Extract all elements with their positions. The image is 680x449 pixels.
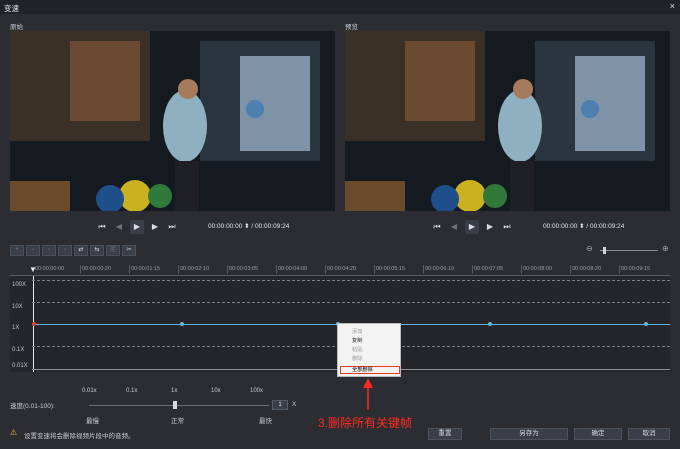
menu-item-copy[interactable]: 复制 <box>352 337 362 344</box>
y-label-100x: 100X <box>12 282 27 288</box>
original-playback-controls: ⏮ ◀ ▶ ▶ ⏭ 00:00:00:00 ⬍ / 00:00:09:24 <box>90 218 340 236</box>
zoom-slider-track[interactable] <box>600 250 658 251</box>
menu-item-add[interactable]: 添加 <box>352 328 362 335</box>
ok-button[interactable]: 确定 <box>574 428 622 440</box>
play-icon[interactable]: ▶ <box>465 220 479 234</box>
speed-scale-label: 10x <box>211 388 221 394</box>
add-keyframe-icon[interactable]: + <box>10 245 24 256</box>
speed-input[interactable]: 1 <box>272 400 288 410</box>
prev-keyframe-icon[interactable]: ‹ <box>42 245 56 256</box>
ruler-tick: 00:00:08:20 <box>572 266 602 272</box>
zoom-in-icon[interactable]: ⊕ <box>662 244 669 253</box>
next-keyframe-icon[interactable]: › <box>58 245 72 256</box>
original-label: 原始 <box>10 24 23 31</box>
speed-scale-label: 0.01x <box>82 388 97 394</box>
ruler-tick: 00:00:04:20 <box>327 266 357 272</box>
slowest-label: 最慢 <box>86 418 99 425</box>
annotation-arrow <box>363 378 373 410</box>
go-start-icon[interactable]: ⏮ <box>95 220 109 234</box>
y-label-1x: 1X <box>12 325 20 331</box>
speed-slider-track[interactable] <box>89 405 269 406</box>
original-video-frame <box>10 31 335 211</box>
speed-scale-label: 0.1x <box>126 388 138 394</box>
close-icon[interactable]: × <box>670 1 675 11</box>
next-frame-icon[interactable]: ▶ <box>148 220 162 234</box>
remove-keyframe-icon[interactable]: − <box>26 245 40 256</box>
reverse-icon[interactable]: ⇆ <box>90 245 104 256</box>
keyframe[interactable] <box>644 322 648 326</box>
speed-label: 速度(0.01-100): <box>10 403 55 410</box>
title-bar: 变速 × <box>0 0 680 14</box>
zoom-control: ⊖ ⊕ <box>586 244 670 258</box>
menu-item-delete-all[interactable]: 全部删除 <box>340 366 400 374</box>
zoom-out-icon[interactable]: ⊖ <box>586 244 593 253</box>
cancel-button[interactable]: 取消 <box>628 428 670 440</box>
ruler-tick: 00:00:06:10 <box>425 266 455 272</box>
y-label-10x: 10X <box>12 304 23 310</box>
keyframe[interactable] <box>488 322 492 326</box>
preview-video-frame <box>345 31 670 211</box>
keyframe-start[interactable] <box>32 322 36 326</box>
speed-slider-handle[interactable] <box>173 401 177 409</box>
preview-playback-controls: ⏮ ◀ ▶ ▶ ⏭ 00:00:00:00 ⬍ / 00:00:09:24 <box>425 218 675 236</box>
ruler-tick: 00:00:07:05 <box>474 266 504 272</box>
speed-scale-label: 100x <box>250 388 264 394</box>
y-label-0.1x: 0.1X <box>12 347 25 353</box>
normal-label: 正常 <box>171 418 184 425</box>
ruler-tick: 00:00:05:15 <box>376 266 406 272</box>
zoom-slider-handle[interactable] <box>603 247 606 254</box>
timeline-ruler[interactable]: ▼ 00:00:00:00 00:00:00:20 00:00:01:15 00… <box>10 265 670 276</box>
ruler-tick: 00:00:02:10 <box>180 266 210 272</box>
context-menu: 添加 复制 粘贴 删除 全部删除 <box>337 323 401 377</box>
window-title: 变速 <box>4 4 19 13</box>
speed-scale-label: 1x <box>171 388 178 394</box>
preview-label: 预览 <box>345 24 358 31</box>
warning-icon: ⚠ <box>10 428 18 437</box>
ruler-tick: 00:00:08:00 <box>523 266 553 272</box>
menu-item-delete[interactable]: 删除 <box>352 355 362 362</box>
save-as-button[interactable]: 另存为 <box>490 428 568 440</box>
ruler-tick: 00:00:04:00 <box>278 266 308 272</box>
prev-frame-icon[interactable]: ◀ <box>112 220 126 234</box>
go-end-icon[interactable]: ⏭ <box>165 220 179 234</box>
copy-icon[interactable]: ⎘ <box>106 245 120 256</box>
split-icon[interactable]: ✂ <box>122 245 136 256</box>
ruler-tick: 00:00:00:00 <box>35 266 65 272</box>
menu-item-paste[interactable]: 粘贴 <box>352 346 362 353</box>
speed-unit: X <box>292 401 297 408</box>
ruler-tick: 00:00:09:15 <box>621 266 651 272</box>
prev-frame-icon[interactable]: ◀ <box>447 220 461 234</box>
y-label-0.01x: 0.01X <box>12 363 28 369</box>
preview-timecode: 00:00:00:00 ⬍ / 00:00:09:24 <box>543 223 625 230</box>
ruler-tick: 00:00:00:20 <box>82 266 112 272</box>
reset-button[interactable]: 重置 <box>428 428 462 440</box>
original-timecode: 00:00:00:00 ⬍ / 00:00:09:24 <box>208 223 290 230</box>
warning-text: 设置变速将会删除视频片段中的音频。 <box>24 433 135 440</box>
ruler-tick: 00:00:01:15 <box>131 266 161 272</box>
play-icon[interactable]: ▶ <box>130 220 144 234</box>
annotation-text: 3.删除所有关键帧 <box>318 416 413 430</box>
keyframe[interactable] <box>180 322 184 326</box>
next-frame-icon[interactable]: ▶ <box>483 220 497 234</box>
ruler-tick: 00:00:03:05 <box>229 266 259 272</box>
go-end-icon[interactable]: ⏭ <box>500 220 514 234</box>
fastest-label: 最快 <box>259 418 272 425</box>
go-start-icon[interactable]: ⏮ <box>430 220 444 234</box>
swap-icon[interactable]: ⇄ <box>74 245 88 256</box>
